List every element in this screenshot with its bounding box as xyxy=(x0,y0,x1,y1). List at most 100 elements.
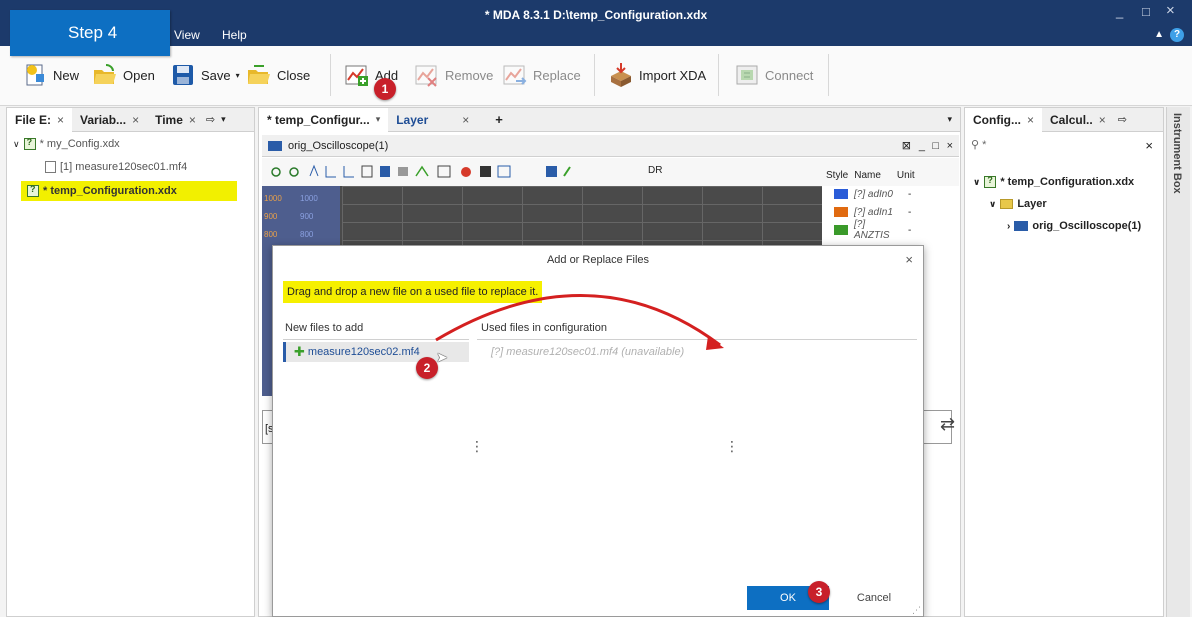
tree-item-layer[interactable]: ∨ Layer xyxy=(989,198,1047,210)
file-icon xyxy=(45,161,56,173)
collapse-ribbon-icon[interactable]: ▲ xyxy=(1154,29,1164,40)
legend-color-swatch xyxy=(834,225,848,235)
add-tab-button[interactable]: + xyxy=(495,112,503,127)
step-badge-1: 1 xyxy=(374,78,396,100)
close-tab-icon[interactable]: × xyxy=(1099,113,1106,127)
menu-view[interactable]: View xyxy=(174,28,200,42)
tree-item-oscilloscope[interactable]: › orig_Oscilloscope(1) xyxy=(1007,220,1141,232)
legend-header-style: Style xyxy=(826,170,849,181)
import-xda-button-label: Import XDA xyxy=(639,67,707,83)
panel-menu-icon[interactable]: ▾ xyxy=(221,114,226,125)
cancel-button[interactable]: Cancel xyxy=(833,586,915,610)
new-button-label: New xyxy=(53,67,80,83)
step-label: Step 4 xyxy=(10,10,170,56)
window-options-icon[interactable]: ⊠ xyxy=(902,139,911,152)
window-minimize-icon[interactable]: _ xyxy=(919,140,925,152)
maximize-button[interactable]: □ xyxy=(1142,4,1150,19)
tab-calculation[interactable]: Calcul.. × xyxy=(1042,108,1114,132)
tab-list-dropdown-icon[interactable]: ▾ xyxy=(947,114,952,125)
legend-name: [?] adIn0 xyxy=(854,188,893,200)
close-tab-icon[interactable]: × xyxy=(132,113,139,127)
config-search-box[interactable]: ⚲ * × xyxy=(971,138,1157,156)
window-close-icon[interactable]: × xyxy=(947,140,953,152)
resize-grip-icon[interactable]: ⋰ xyxy=(912,605,921,616)
tab-layer[interactable]: Layer × xyxy=(388,108,489,132)
used-files-header: Used files in configuration xyxy=(481,322,607,334)
expand-chevron-icon[interactable]: › xyxy=(1007,221,1010,232)
close-folder-icon xyxy=(246,62,272,88)
replace-chart-icon xyxy=(502,62,528,88)
close-tab-icon[interactable]: × xyxy=(1027,113,1034,127)
tab-configuration[interactable]: Config... × xyxy=(965,107,1043,132)
save-dropdown-icon[interactable]: ▾ xyxy=(236,71,240,80)
y-axis-tick: 1000 xyxy=(300,194,318,203)
close-tab-icon[interactable]: × xyxy=(462,113,469,127)
search-input[interactable]: * xyxy=(982,139,986,151)
legend-unit: - xyxy=(908,188,912,200)
clear-search-icon[interactable]: × xyxy=(1145,138,1153,153)
expand-chevron-icon[interactable]: ∨ xyxy=(13,139,20,150)
tab-time[interactable]: Time × xyxy=(147,108,204,132)
legend-name: [?] adIn1 xyxy=(854,206,893,218)
tree-item-my-config[interactable]: ∨ * my_Config.xdx xyxy=(13,137,120,150)
tab-label: Layer xyxy=(396,112,429,127)
expand-chevron-icon[interactable]: ∨ xyxy=(973,177,980,188)
column-resize-handle[interactable]: ⋮ xyxy=(725,438,739,455)
dialog-hint: Drag and drop a new file on a used file … xyxy=(283,281,543,303)
legend-color-swatch xyxy=(834,207,848,217)
tab-dropdown-icon[interactable]: ▾ xyxy=(376,114,381,125)
close-window-button[interactable]: × xyxy=(1166,2,1175,19)
file-explorer-panel: File E: × Variab... × Time × ⇨ ▾ ∨ * my_Con… xyxy=(6,107,255,617)
open-button[interactable]: Open xyxy=(92,60,155,90)
tree-item-label: * my_Config.xdx xyxy=(39,138,120,150)
save-button-label: Save xyxy=(201,67,231,83)
config-file-icon xyxy=(23,137,36,150)
tree-item-temp-configuration[interactable]: ∨ * temp_Configuration.xdx xyxy=(973,175,1134,188)
new-button[interactable]: New xyxy=(22,60,79,90)
new-file-label: measure120sec02.mf4 xyxy=(307,346,420,358)
tab-variables[interactable]: Variab... × xyxy=(72,108,147,132)
oscilloscope-tool-icons[interactable] xyxy=(262,158,682,186)
tab-temp-configuration[interactable]: * temp_Configur... ▾ xyxy=(259,107,389,132)
instrument-box-side-tab[interactable]: Instrument Box xyxy=(1166,107,1190,617)
swap-arrows-icon[interactable]: ⇄ xyxy=(940,414,955,435)
add-chart-icon xyxy=(344,62,370,88)
legend-row[interactable]: [?] adIn0 - xyxy=(826,185,956,203)
menu-help[interactable]: Help xyxy=(222,28,247,42)
right-tab-row: Config... × Calcul.. × ⇨ xyxy=(965,107,1163,132)
tab-label: Calcul.. xyxy=(1050,112,1093,127)
tree-item-measure-file[interactable]: [1] measure120sec01.mf4 xyxy=(45,161,187,173)
open-button-label: Open xyxy=(123,67,155,83)
tab-label: Config... xyxy=(973,112,1021,127)
used-file-item[interactable]: [?] measure120sec01.mf4 (unavailable) xyxy=(491,346,684,358)
dialog-title: Add or Replace Files xyxy=(546,254,650,266)
legend-row[interactable]: [?] ANZTIS - xyxy=(826,219,956,241)
pin-icon[interactable]: ⇨ xyxy=(1118,113,1127,126)
mouse-cursor-icon: ➤ xyxy=(436,349,448,365)
column-resize-handle[interactable]: ⋮ xyxy=(470,438,484,455)
pin-icon[interactable]: ⇨ xyxy=(206,113,215,126)
replace-button[interactable]: Replace xyxy=(502,60,581,90)
tree-item-label: [1] measure120sec01.mf4 xyxy=(60,161,188,173)
save-button[interactable]: Save ▾ xyxy=(170,60,240,90)
expand-chevron-icon[interactable]: ∨ xyxy=(989,199,996,210)
window-maximize-icon[interactable]: □ xyxy=(932,140,939,152)
tab-file-explorer[interactable]: File E: × xyxy=(7,107,73,132)
folder-icon xyxy=(1000,199,1014,209)
open-folder-icon xyxy=(92,62,118,88)
remove-button[interactable]: Remove xyxy=(414,60,493,90)
close-tab-icon[interactable]: × xyxy=(57,113,64,127)
close-tab-icon[interactable]: × xyxy=(189,113,196,127)
oscilloscope-icon xyxy=(268,140,282,151)
tree-item-temp-config[interactable]: * temp_Configuration.xdx xyxy=(21,181,237,201)
close-button[interactable]: Close xyxy=(246,60,310,90)
minimize-button[interactable]: _ xyxy=(1116,4,1123,19)
configuration-panel: Config... × Calcul.. × ⇨ ⚲ * × ∨ * temp_Co… xyxy=(964,107,1164,617)
help-icon[interactable]: ? xyxy=(1170,28,1184,42)
connect-button[interactable]: Connect xyxy=(734,60,813,90)
toolbar-separator xyxy=(718,54,719,96)
toolbar-separator xyxy=(594,54,595,96)
import-xda-button[interactable]: Import XDA xyxy=(608,60,706,90)
dialog-close-button[interactable]: × xyxy=(905,252,913,267)
oscilloscope-dr-label[interactable]: DR xyxy=(648,165,662,176)
